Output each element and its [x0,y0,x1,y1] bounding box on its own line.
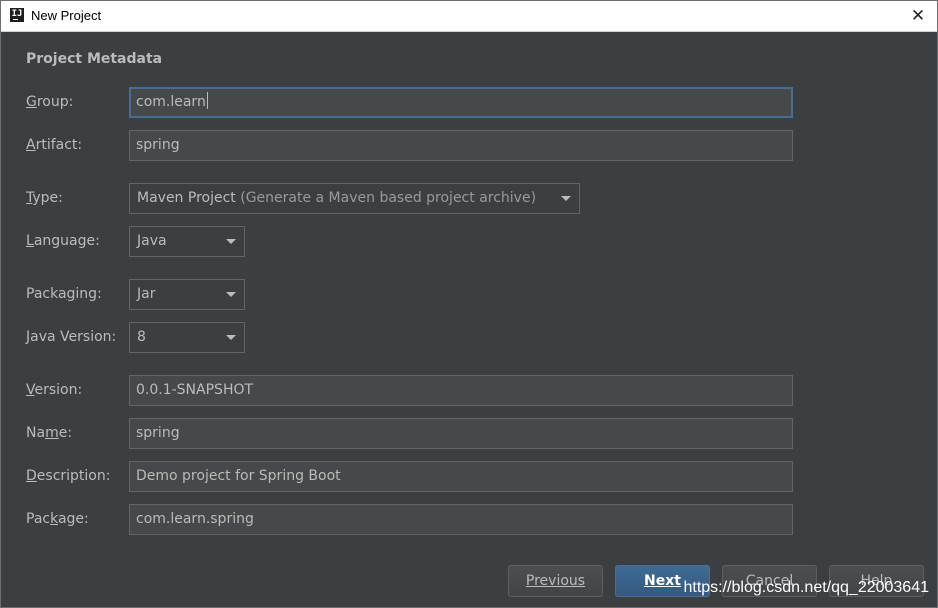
chevron-down-icon [561,196,571,201]
description-label: Description: [26,468,111,484]
name-label: Name: [26,425,73,441]
language-dropdown[interactable]: Java [129,226,245,257]
packaging-dropdown[interactable]: Jar [129,279,245,310]
title-bar: IJ New Project ✕ [1,1,937,32]
type-label: Type: [26,190,63,206]
java-version-value: 8 [137,329,146,345]
chevron-down-icon [226,239,236,244]
version-label: Version: [26,382,83,398]
text-caret [206,92,208,109]
version-input[interactable]: 0.0.1-SNAPSHOT [129,375,793,406]
previous-button[interactable]: Previous [508,565,603,597]
group-input[interactable]: com.learn [129,87,793,118]
type-dropdown[interactable]: Maven Project (Generate a Maven based pr… [129,183,580,214]
next-label: Next [644,573,681,589]
watermark-text: https://blog.csdn.net/qq_22003641 [683,579,929,596]
package-label: Package: [26,511,89,527]
type-value: Maven Project [137,190,236,206]
java-version-label: Java Version: [26,329,117,345]
intellij-app-icon: IJ [10,8,24,22]
new-project-dialog: IJ New Project ✕ Project Metadata Group:… [0,0,938,608]
section-title: Project Metadata [26,51,163,67]
language-value: Java [137,233,167,249]
name-input[interactable]: spring [129,418,793,449]
window-title: New Project [31,8,102,23]
package-input[interactable]: com.learn.spring [129,504,793,535]
chevron-down-icon [226,335,236,340]
type-hint: (Generate a Maven based project archive) [240,190,537,206]
java-version-dropdown[interactable]: 8 [129,322,245,353]
previous-label: Previous [525,573,586,589]
description-input[interactable]: Demo project for Spring Boot [129,461,793,492]
chevron-down-icon [226,292,236,297]
artifact-label: Artifact: [26,137,83,153]
artifact-input[interactable]: spring [129,130,793,161]
close-icon[interactable]: ✕ [903,4,933,28]
packaging-value: Jar [137,286,156,302]
language-label: Language: [26,233,100,249]
packaging-label: Packaging: [26,286,102,302]
group-label: Group: [26,94,74,110]
